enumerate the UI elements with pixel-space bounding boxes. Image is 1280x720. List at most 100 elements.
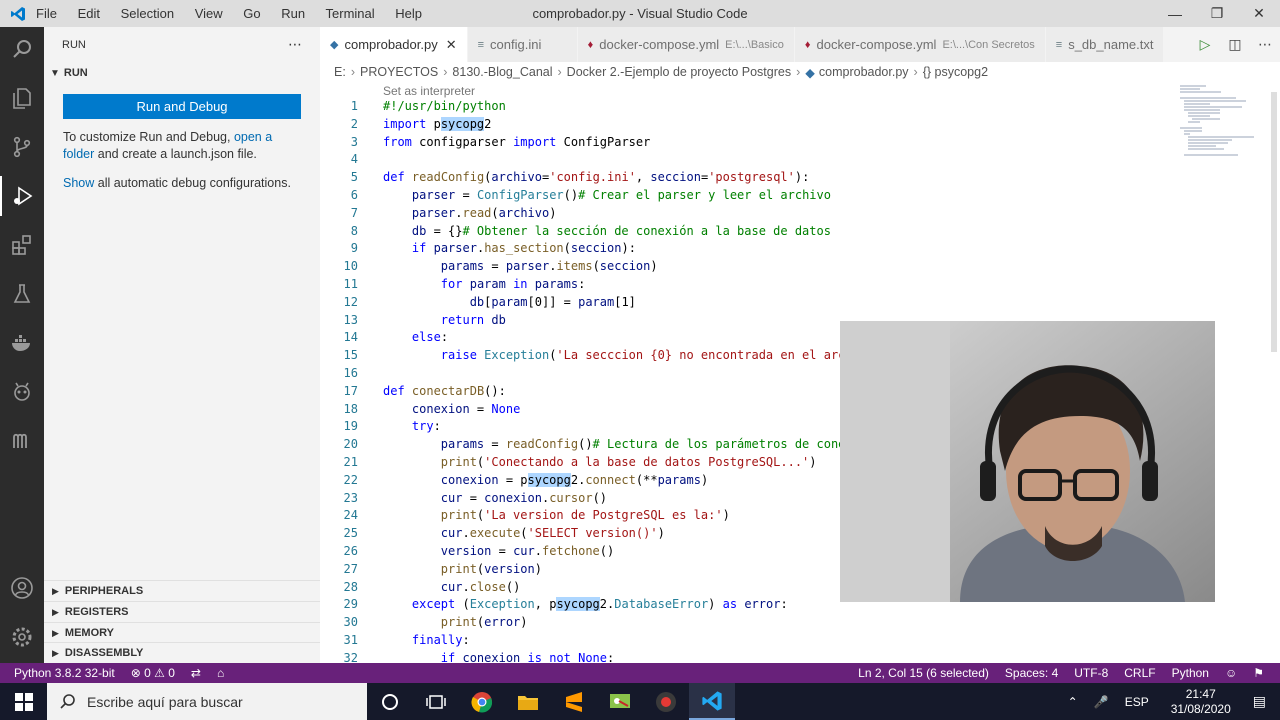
menu-bar: File Edit Selection View Go Run Terminal…	[36, 6, 439, 21]
system-tray: ⌃ 🎤 ESP 21:47 31/08/2020 ▤	[1060, 683, 1280, 720]
search-placeholder: Escribe aquí para buscar	[87, 693, 243, 710]
section-registers[interactable]: ▶ REGISTERS	[44, 601, 320, 622]
home-icon[interactable]: ⌂	[217, 666, 224, 680]
vscode-taskbar-icon[interactable]	[689, 683, 735, 720]
cortana-icon[interactable]	[367, 683, 413, 720]
menu-help[interactable]: Help	[395, 6, 422, 21]
vscode-logo-icon	[0, 6, 36, 22]
breadcrumb-item[interactable]: comprobador.py	[819, 65, 909, 79]
language-indicator[interactable]: ESP	[1125, 695, 1149, 709]
more-actions-icon[interactable]: ⋯	[288, 36, 302, 53]
section-peripherals[interactable]: ▶ PERIPHERALS	[44, 580, 320, 601]
section-disassembly[interactable]: ▶ DISASSEMBLY	[44, 642, 320, 663]
minimap[interactable]	[1176, 82, 1266, 162]
chrome-icon[interactable]	[459, 683, 505, 720]
task-view-icon[interactable]	[413, 683, 459, 720]
show-configs-text-b: all automatic debug configurations.	[94, 176, 291, 190]
tab-description: E:\...\Basico	[725, 38, 784, 51]
extensions-icon[interactable]	[0, 225, 44, 265]
windows-start-icon[interactable]	[0, 683, 47, 720]
show-hidden-icons-icon[interactable]: ⌃	[1068, 695, 1078, 709]
remote-explorer-icon[interactable]	[0, 421, 44, 461]
editor-scrollbar[interactable]	[1266, 82, 1280, 663]
problems-status[interactable]: ⊗ 0 ⚠ 0	[131, 666, 175, 680]
activity-bar	[0, 27, 44, 663]
run-section-title: RUN	[63, 67, 88, 79]
scrollbar-thumb[interactable]	[1271, 92, 1277, 352]
snipping-tool-icon[interactable]	[597, 683, 643, 720]
minimize-button[interactable]: —	[1154, 0, 1196, 27]
run-sidebar: RUN ⋯ ▼ RUN Run and Debug To customize R…	[44, 27, 320, 663]
python-file-icon: ◆	[805, 65, 815, 80]
encoding-status[interactable]: UTF-8	[1074, 666, 1108, 680]
yaml-file-icon: ♦	[587, 38, 594, 51]
chevron-down-icon: ▼	[50, 67, 60, 79]
cursor-position-status[interactable]: Ln 2, Col 15 (6 selected)	[858, 666, 989, 680]
tab-label: comprobador.py	[344, 37, 438, 52]
live-share-icon[interactable]: ⇄	[191, 666, 201, 680]
notifications-bell-icon[interactable]: ⚑	[1253, 666, 1264, 680]
account-icon[interactable]	[0, 568, 44, 608]
close-tab-icon[interactable]: ✕	[446, 37, 457, 53]
file-explorer-icon[interactable]	[505, 683, 551, 720]
yaml-file-icon: ♦	[804, 38, 811, 51]
clock-date: 31/08/2020	[1170, 701, 1231, 716]
breadcrumb-item[interactable]: 8130.-Blog_Canal	[452, 65, 552, 79]
menu-file[interactable]: File	[36, 6, 57, 21]
tab-docker-compose-secretos[interactable]: ♦ docker-compose.yml E:\...\Con Secretos	[794, 27, 1046, 62]
webcam-overlay	[840, 321, 1215, 602]
docker-icon[interactable]	[0, 323, 44, 363]
breadcrumb-item[interactable]: Docker 2.-Ejemplo de proyecto Postgres	[567, 65, 791, 79]
section-memory[interactable]: ▶ MEMORY	[44, 622, 320, 643]
show-link[interactable]: Show	[63, 176, 94, 190]
menu-run[interactable]: Run	[281, 6, 305, 21]
python-interpreter-status[interactable]: Python 3.8.2 32-bit	[14, 666, 115, 680]
explorer-icon[interactable]	[0, 78, 44, 118]
sidebar-header: RUN	[62, 38, 86, 51]
run-section-header[interactable]: ▼ RUN	[44, 62, 320, 84]
eol-status[interactable]: CRLF	[1124, 666, 1155, 680]
close-window-button[interactable]: ✕	[1238, 0, 1280, 27]
maximize-button[interactable]: ❐	[1196, 0, 1238, 27]
split-editor-icon[interactable]: ◫	[1220, 36, 1250, 53]
sublime-icon[interactable]	[551, 683, 597, 720]
tab-db-name-txt[interactable]: ≡ s_db_name.txt	[1045, 27, 1165, 62]
status-bar: Python 3.8.2 32-bit ⊗ 0 ⚠ 0 ⇄ ⌂ Ln 2, Co…	[0, 663, 1280, 683]
breadcrumb-item[interactable]: {} psycopg2	[923, 65, 988, 79]
run-and-debug-button[interactable]: Run and Debug	[63, 94, 301, 119]
more-actions-icon[interactable]: ⋯	[1250, 36, 1280, 53]
menu-view[interactable]: View	[195, 6, 223, 21]
source-control-icon[interactable]	[0, 127, 44, 167]
run-file-icon[interactable]: ▷	[1190, 36, 1220, 53]
chevron-right-icon: ▶	[52, 606, 59, 617]
alien-extension-icon[interactable]	[0, 372, 44, 412]
breadcrumb-item[interactable]: PROYECTOS	[360, 65, 438, 79]
section-disassembly-label: DISASSEMBLY	[64, 647, 144, 659]
testing-flask-icon[interactable]	[0, 274, 44, 314]
taskbar-search-input[interactable]: Escribe aquí para buscar	[47, 683, 367, 720]
clock[interactable]: 21:47 31/08/2020	[1171, 687, 1231, 717]
title-bar: File Edit Selection View Go Run Terminal…	[0, 0, 1280, 27]
menu-selection[interactable]: Selection	[121, 6, 174, 21]
menu-terminal[interactable]: Terminal	[326, 6, 375, 21]
tab-description: E:\...\Con Secretos	[942, 38, 1035, 51]
indentation-status[interactable]: Spaces: 4	[1005, 666, 1058, 680]
menu-go[interactable]: Go	[243, 6, 260, 21]
chevron-right-icon: ›	[796, 65, 801, 79]
language-mode-status[interactable]: Python	[1172, 666, 1209, 680]
run-debug-icon[interactable]	[0, 176, 44, 216]
tab-label: s_db_name.txt	[1068, 37, 1154, 52]
chevron-right-icon: ▶	[52, 647, 59, 658]
explorer-search-icon[interactable]	[0, 29, 44, 69]
recording-app-icon[interactable]	[643, 683, 689, 720]
tab-config-ini[interactable]: ≡ config.ini	[467, 27, 578, 62]
feedback-icon[interactable]: ☺	[1225, 666, 1237, 680]
menu-edit[interactable]: Edit	[78, 6, 100, 21]
microphone-icon[interactable]: 🎤	[1094, 695, 1109, 709]
tab-comprobador[interactable]: ◆ comprobador.py ✕	[320, 27, 468, 62]
breadcrumb-item[interactable]: E:	[334, 65, 346, 79]
codelens-set-interpreter[interactable]: Set as interpreter	[383, 84, 475, 98]
settings-gear-icon[interactable]	[0, 617, 44, 657]
tab-docker-compose-basico[interactable]: ♦ docker-compose.yml E:\...\Basico	[577, 27, 795, 62]
action-center-icon[interactable]: ▤	[1253, 693, 1266, 710]
